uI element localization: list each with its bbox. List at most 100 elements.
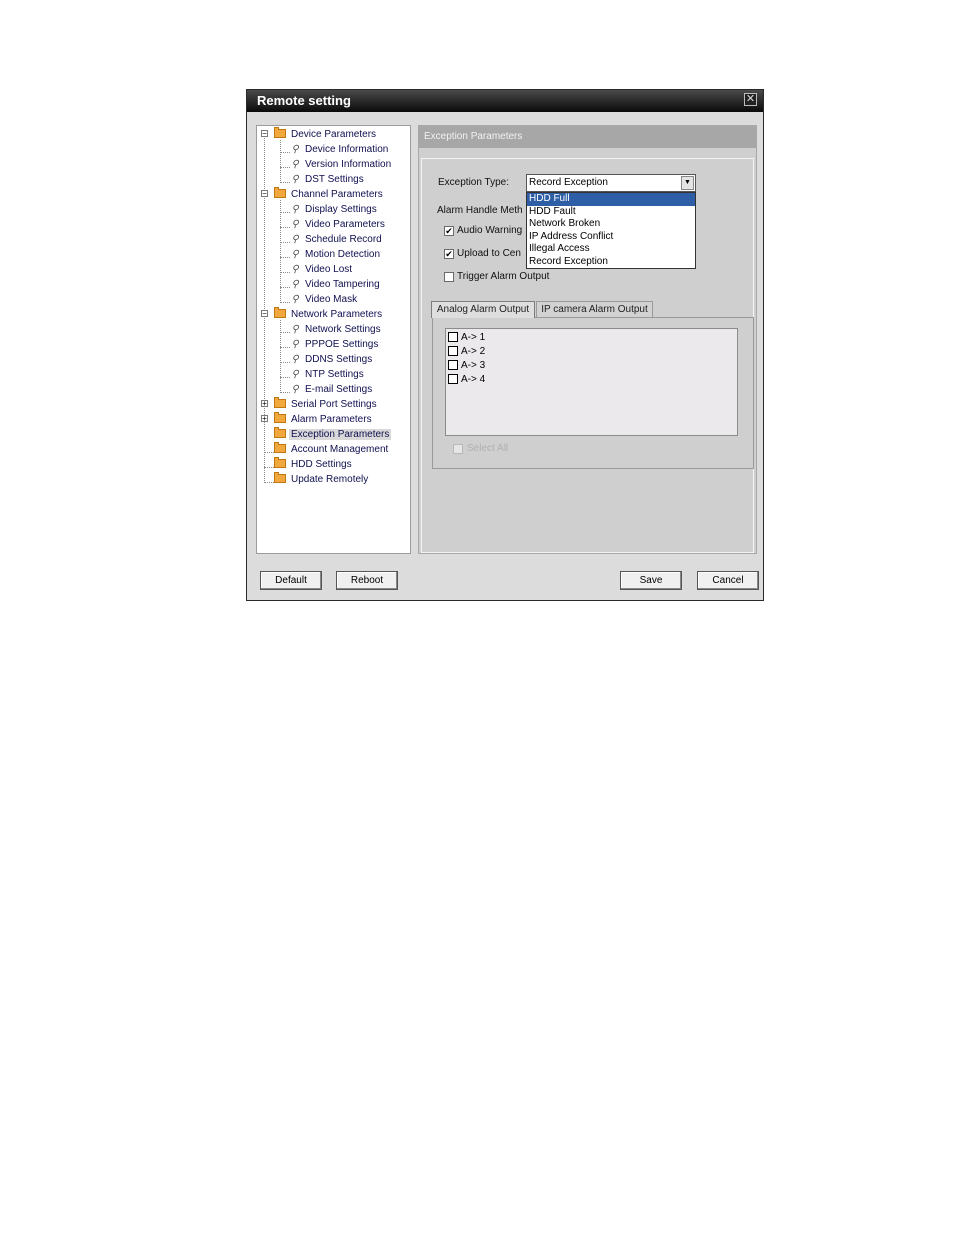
tree-connector — [280, 287, 290, 288]
wrench-icon: ⚲ — [291, 279, 299, 290]
tree-connector — [280, 167, 290, 168]
select-all-checkbox[interactable] — [453, 444, 463, 454]
wrench-icon: ⚲ — [291, 324, 299, 335]
tree-item-device-information[interactable]: ⚲ Device Information — [290, 142, 390, 157]
analog-alarm-output-panel: A-> 1 A-> 2 A-> 3 A-> 4 Select All — [432, 317, 754, 469]
tree-item-video-mask[interactable]: ⚲ Video Mask — [290, 292, 359, 307]
tree-connector — [280, 152, 290, 153]
save-button[interactable]: Save — [620, 571, 682, 590]
tree-connector — [280, 242, 290, 243]
tree-item-schedule-record[interactable]: ⚲ Schedule Record — [290, 232, 384, 247]
wrench-icon: ⚲ — [291, 249, 299, 260]
chevron-down-icon[interactable]: ▼ — [681, 176, 694, 190]
list-item[interactable]: A-> 3 — [448, 360, 485, 372]
exception-type-select[interactable]: Record Exception ▼ — [526, 174, 696, 192]
folder-icon — [274, 457, 286, 468]
output-checkbox[interactable] — [448, 360, 458, 371]
tree-item-network-settings[interactable]: ⚲ Network Settings — [290, 322, 383, 337]
settings-tree: − − − + + Device Parameters ⚲ Device Info… — [256, 125, 411, 554]
window-title: Remote setting — [257, 93, 351, 108]
list-item[interactable]: A-> 1 — [448, 332, 485, 344]
default-button[interactable]: Default — [260, 571, 322, 590]
wrench-icon: ⚲ — [291, 174, 299, 185]
audio-warning-checkbox[interactable]: ✔ — [444, 226, 454, 236]
tree-item-ddns-settings[interactable]: ⚲ DDNS Settings — [290, 352, 374, 367]
expand-icon[interactable]: + — [261, 400, 268, 408]
tree-item-display-settings[interactable]: ⚲ Display Settings — [290, 202, 379, 217]
dropdown-option-hdd-full[interactable]: HDD Full — [527, 193, 695, 206]
output-checkbox[interactable] — [448, 346, 458, 357]
tree-item-ntp-settings[interactable]: ⚲ NTP Settings — [290, 367, 366, 382]
trigger-alarm-output-label: Trigger Alarm Output — [457, 271, 550, 282]
dropdown-option-record-exception[interactable]: Record Exception — [527, 256, 695, 269]
tree-item-hdd-settings[interactable]: HDD Settings — [274, 457, 354, 472]
folder-icon — [274, 397, 286, 408]
wrench-icon: ⚲ — [291, 264, 299, 275]
tree-connector — [280, 302, 290, 303]
folder-icon — [274, 412, 286, 423]
tree-connector — [264, 467, 274, 468]
collapse-icon[interactable]: − — [261, 130, 268, 138]
tree-item-motion-detection[interactable]: ⚲ Motion Detection — [290, 247, 382, 262]
tree-connector — [280, 182, 290, 183]
exception-type-dropdown: HDD Full HDD Fault Network Broken IP Add… — [526, 192, 696, 269]
tree-item-version-information[interactable]: ⚲ Version Information — [290, 157, 393, 172]
tree-item-account-management[interactable]: Account Management — [274, 442, 390, 457]
folder-icon — [274, 307, 286, 318]
collapse-icon[interactable]: − — [261, 310, 268, 318]
tree-connector — [280, 257, 290, 258]
tree-item-exception-parameters[interactable]: Exception Parameters — [274, 427, 392, 442]
content-box: Exception Type: Record Exception ▼ HDD F… — [421, 158, 754, 553]
folder-icon — [274, 187, 286, 198]
folder-icon — [274, 427, 286, 438]
tree-item-email-settings[interactable]: ⚲ E-mail Settings — [290, 382, 374, 397]
tab-ip-camera-alarm-output[interactable]: IP camera Alarm Output — [536, 301, 653, 318]
audio-warning-label: Audio Warning — [457, 225, 523, 236]
wrench-icon: ⚲ — [291, 369, 299, 380]
tree-item-update-remotely[interactable]: Update Remotely — [274, 472, 370, 487]
wrench-icon: ⚲ — [291, 219, 299, 230]
dropdown-option-hdd-fault[interactable]: HDD Fault — [527, 206, 695, 219]
tree-item-channel-parameters[interactable]: Channel Parameters — [274, 187, 385, 202]
tree-connector — [280, 140, 281, 181]
tree-connector — [280, 377, 290, 378]
dropdown-option-network-broken[interactable]: Network Broken — [527, 218, 695, 231]
dropdown-option-illegal-access[interactable]: Illegal Access — [527, 243, 695, 256]
tree-item-alarm-parameters[interactable]: Alarm Parameters — [274, 412, 374, 427]
tree-connector — [280, 200, 281, 301]
dropdown-option-ip-address-conflict[interactable]: IP Address Conflict — [527, 231, 695, 244]
trigger-alarm-output-checkbox[interactable] — [444, 272, 454, 282]
alarm-output-list: A-> 1 A-> 2 A-> 3 A-> 4 — [445, 328, 738, 436]
upload-to-center-checkbox[interactable]: ✔ — [444, 249, 454, 259]
reboot-button[interactable]: Reboot — [336, 571, 398, 590]
tree-connector — [280, 212, 290, 213]
wrench-icon: ⚲ — [291, 294, 299, 305]
title-bar[interactable]: Remote setting ✕ — [247, 90, 763, 112]
tree-item-serial-port-settings[interactable]: Serial Port Settings — [274, 397, 379, 412]
expand-icon[interactable]: + — [261, 415, 268, 423]
list-item[interactable]: A-> 4 — [448, 374, 485, 386]
output-checkbox[interactable] — [448, 332, 458, 343]
upload-to-center-label: Upload to Cen — [457, 248, 521, 259]
tree-item-network-parameters[interactable]: Network Parameters — [274, 307, 384, 322]
tree-item-video-parameters[interactable]: ⚲ Video Parameters — [290, 217, 387, 232]
list-item[interactable]: A-> 2 — [448, 346, 485, 358]
tree-item-pppoe-settings[interactable]: ⚲ PPPOE Settings — [290, 337, 380, 352]
collapse-icon[interactable]: − — [261, 190, 268, 198]
exception-parameters-panel: Exception Parameters Exception Type: Rec… — [418, 125, 757, 554]
tree-item-device-parameters[interactable]: Device Parameters — [274, 127, 378, 142]
tree-item-video-lost[interactable]: ⚲ Video Lost — [290, 262, 354, 277]
tree-item-dst-settings[interactable]: ⚲ DST Settings — [290, 172, 366, 187]
close-icon[interactable]: ✕ — [744, 93, 757, 106]
wrench-icon: ⚲ — [291, 204, 299, 215]
section-header: Exception Parameters — [419, 126, 756, 148]
tree-connector — [264, 452, 274, 453]
tree-item-video-tampering[interactable]: ⚲ Video Tampering — [290, 277, 382, 292]
tab-analog-alarm-output[interactable]: Analog Alarm Output — [431, 301, 535, 318]
output-checkbox[interactable] — [448, 374, 458, 385]
tree-connector — [280, 272, 290, 273]
tree-connector — [280, 347, 290, 348]
tree-connector — [280, 320, 281, 391]
tree-connector — [280, 392, 290, 393]
cancel-button[interactable]: Cancel — [697, 571, 759, 590]
